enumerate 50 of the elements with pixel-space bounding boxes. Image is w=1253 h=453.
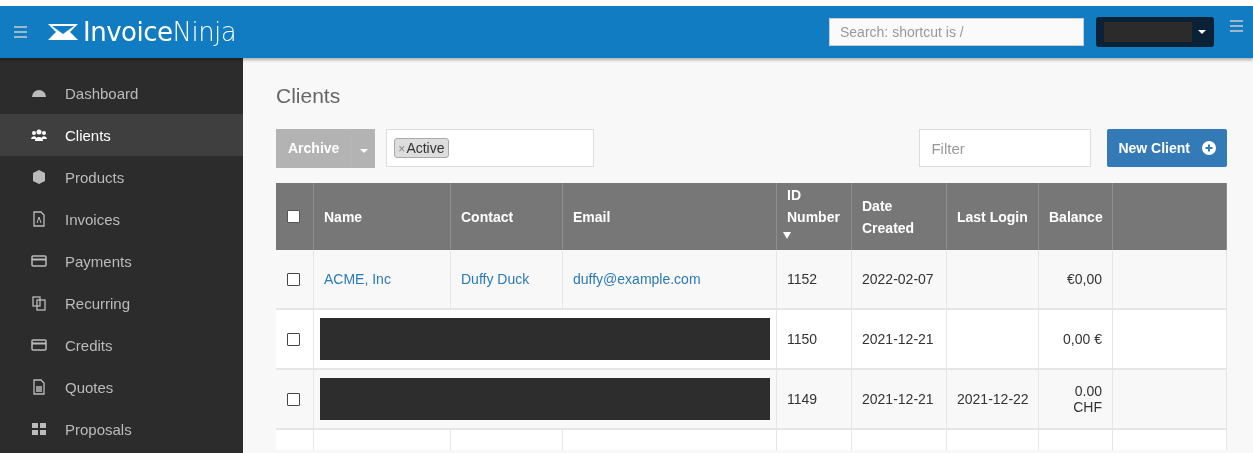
table-cell: 0,00 €: [1063, 331, 1102, 347]
table-cell: 2022-02-07: [862, 271, 934, 287]
cube-icon: [31, 169, 47, 185]
page-title: Clients: [276, 84, 342, 108]
column-header[interactable]: Email: [573, 205, 611, 228]
sidebar-item[interactable]: Products: [0, 156, 243, 198]
table-cell-text: 0.00 CHF: [1072, 383, 1102, 415]
caret-icon: [359, 149, 368, 153]
sidebar-item[interactable]: Recurring: [0, 282, 243, 324]
envelope-logo-icon: [47, 23, 79, 41]
contact-link[interactable]: Duffy Duck: [461, 271, 530, 287]
table-cell: 1149: [787, 391, 818, 407]
dropdown-toggle[interactable]: [351, 128, 376, 168]
pdf-file-icon: [31, 211, 47, 227]
sidebar-item[interactable]: Payments: [0, 240, 243, 282]
sidebar-item[interactable]: Invoices: [0, 198, 243, 240]
credit-card-icon: [31, 337, 47, 353]
column-header[interactable]: ID Number: [787, 183, 841, 250]
column-header[interactable]: Contact: [461, 205, 514, 228]
plus-circle-icon: [1202, 141, 1216, 155]
table-cell: 2021-12-21: [862, 331, 934, 347]
row-checkbox[interactable]: [287, 272, 300, 286]
copy-icon: [31, 295, 47, 311]
document-icon: [31, 379, 47, 395]
table-cell: 2021-12-21: [862, 391, 934, 407]
row-checkbox[interactable]: [287, 332, 300, 346]
table-cell: 2021-12-22: [957, 391, 1029, 407]
users-icon: [31, 127, 47, 143]
sidebar-item[interactable]: Quotes: [0, 366, 243, 408]
client-link[interactable]: ACME, Inc: [324, 271, 391, 287]
sidebar-item[interactable]: Proposals: [0, 408, 243, 450]
email-link[interactable]: duffy@example.com: [573, 271, 701, 287]
column-header[interactable]: Date Created: [862, 194, 936, 239]
sidebar-item[interactable]: Credits: [0, 324, 243, 366]
row-checkbox[interactable]: [287, 392, 300, 406]
credit-card-icon: [31, 253, 47, 269]
column-header[interactable]: Name: [324, 205, 363, 228]
grid-icon: [31, 421, 47, 437]
caret-icon: [1198, 30, 1206, 34]
sidebar-item[interactable]: Clients: [0, 114, 243, 156]
app-logo: InvoiceNinja: [83, 17, 237, 47]
sort-arrow-icon: [783, 231, 791, 239]
table-cell: 1150: [787, 331, 818, 347]
column-header[interactable]: Last Login: [957, 205, 1028, 228]
search-field[interactable]: Search: shortcut is /: [829, 18, 1084, 46]
select-all-checkbox[interactable]: [287, 210, 300, 223]
table-cell: 1152: [787, 271, 818, 287]
table-cell: €0,00: [1066, 271, 1102, 287]
sidebar-item[interactable]: Dashboard: [0, 72, 243, 114]
column-header[interactable]: Balance: [1049, 205, 1103, 228]
